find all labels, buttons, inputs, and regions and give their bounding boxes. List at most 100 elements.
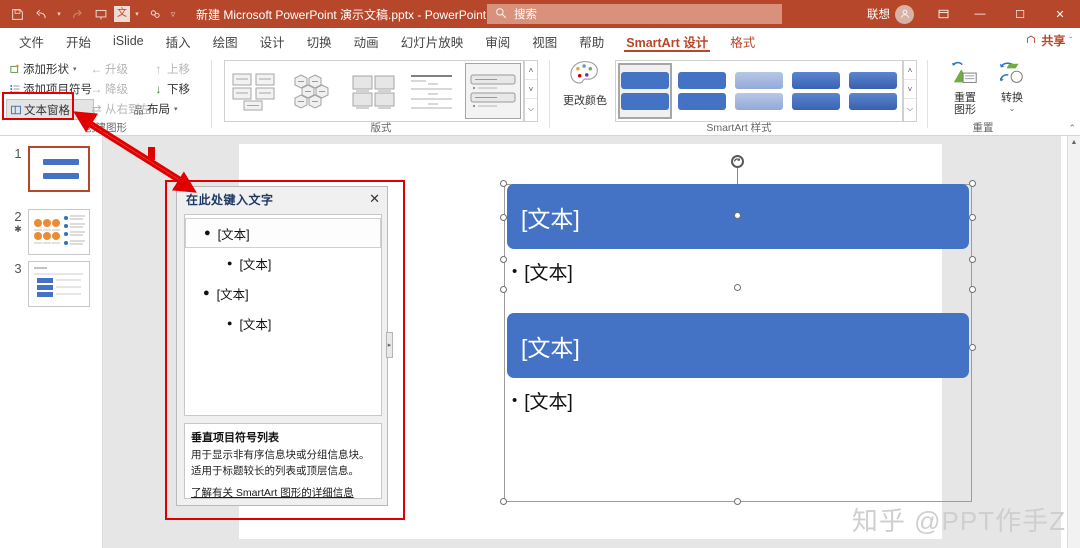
smartart-bullet-block-2[interactable]: • [文本] <box>512 387 964 414</box>
account-name[interactable]: 联想 <box>867 6 890 22</box>
smartart-style-moderate[interactable] <box>790 63 843 119</box>
tab-file[interactable]: 文件 <box>8 28 55 54</box>
layout-caret-icon[interactable]: ▾ <box>174 105 178 113</box>
translate-dropdown-icon[interactable]: ▾ <box>132 10 142 18</box>
redo-icon[interactable] <box>66 3 88 25</box>
styles-scroll-up-icon[interactable]: ˄ <box>904 61 916 80</box>
layout-item-grid-matrix[interactable] <box>346 63 402 119</box>
ribbon-display-options-icon[interactable] <box>926 0 960 28</box>
smartart-bullet-block-1[interactable]: • [文本] <box>512 258 964 285</box>
undo-icon[interactable] <box>30 3 52 25</box>
minimize-button[interactable]: — <box>960 0 1000 28</box>
start-slideshow-icon[interactable] <box>90 3 112 25</box>
smartart-styles-scroll[interactable]: ˄ ˅ ⌵ <box>903 60 917 122</box>
resize-handle-right-low2[interactable] <box>969 344 976 351</box>
thumbnail-slide-1[interactable] <box>28 146 90 192</box>
tab-islide[interactable]: iSlide <box>102 28 155 54</box>
add-bullet-button[interactable]: 添加项目符号 <box>6 79 94 99</box>
layout-gallery[interactable] <box>224 60 524 122</box>
text-pane-item-2[interactable]: ● [文本] <box>185 248 381 278</box>
smartart-text-pane[interactable]: 在此处键入文字 ✕ ● [文本] ● [文本] ● [文本] ● [文本] 垂直… <box>176 186 393 506</box>
layout-item-hierarchy[interactable] <box>227 63 283 119</box>
share-caret-icon[interactable]: ˇ <box>1069 36 1072 45</box>
layout-item-hexagon-cluster[interactable] <box>287 63 343 119</box>
text-pane-item-4[interactable]: ● [文本] <box>185 308 381 338</box>
text-pane-item-1[interactable]: ● [文本] <box>185 218 381 248</box>
resize-handle-top-right[interactable] <box>969 180 976 187</box>
promote-button[interactable]: ← 升级 <box>88 59 151 79</box>
collapse-ribbon-button[interactable]: ⌃ <box>1068 123 1076 134</box>
resize-handle-mid-center[interactable] <box>734 284 741 291</box>
resize-handle-left-upper[interactable] <box>500 214 507 221</box>
smartart-styles-gallery[interactable] <box>615 60 903 122</box>
tab-transitions[interactable]: 切换 <box>296 28 343 54</box>
layout-item-lined-list[interactable] <box>406 63 462 119</box>
resize-handle-bottom-center[interactable] <box>734 498 741 505</box>
translate-icon[interactable]: 文 <box>114 6 130 22</box>
smartart-style-subtle[interactable] <box>733 63 786 119</box>
tab-slideshow[interactable]: 幻灯片放映 <box>390 28 475 54</box>
resize-handle-bottom-left[interactable] <box>500 498 507 505</box>
scroll-up-icon[interactable]: ▲ <box>1068 136 1080 149</box>
close-button[interactable]: ✕ <box>1040 0 1080 28</box>
tab-insert[interactable]: 插入 <box>155 28 202 54</box>
smartart-style-intense[interactable] <box>847 63 900 119</box>
maximize-button[interactable]: ☐ <box>1000 0 1040 28</box>
layout-gallery-scroll[interactable]: ˄ ˅ ⌵ <box>524 60 538 122</box>
layout-scroll-down-icon[interactable]: ˅ <box>525 80 537 99</box>
text-pane-resize-grip[interactable]: ▸ <box>386 332 393 358</box>
change-colors-caret-icon[interactable]: ˇ <box>584 107 587 116</box>
tab-format[interactable]: 格式 <box>719 28 766 54</box>
customize-qat-icon[interactable]: ▿ <box>168 9 178 20</box>
change-colors-button[interactable]: 更改颜色 ˇ <box>556 59 614 116</box>
resize-handle-top-center[interactable] <box>734 212 741 219</box>
text-pane-button[interactable]: 文本窗格 <box>6 99 94 120</box>
thumbnail-slide-3[interactable] <box>28 261 90 307</box>
tab-smartart-design[interactable]: SmartArt 设计 <box>615 28 719 54</box>
text-pane-item-3[interactable]: ● [文本] <box>185 278 381 308</box>
undo-dropdown-icon[interactable]: ▾ <box>54 10 64 18</box>
tab-review[interactable]: 审阅 <box>474 28 521 54</box>
resize-handle-mid-left[interactable] <box>500 256 507 263</box>
layout-scroll-up-icon[interactable]: ˄ <box>525 61 537 80</box>
resize-handle-left-lower[interactable] <box>500 286 507 293</box>
smartart-object[interactable]: [文本] • [文本] [文本] • [文本] <box>500 155 976 505</box>
tab-draw[interactable]: 绘图 <box>202 28 249 54</box>
convert-button[interactable]: 转换 ⌄ <box>983 60 1041 113</box>
avatar[interactable] <box>895 4 914 24</box>
layout-item-vertical-bullet-list[interactable] <box>465 63 522 119</box>
rotate-handle[interactable] <box>731 155 744 168</box>
add-shape-button[interactable]: 添加形状 ▾ <box>6 59 94 79</box>
tab-design[interactable]: 设计 <box>249 28 296 54</box>
text-pane-list[interactable]: ● [文本] ● [文本] ● [文本] ● [文本] <box>184 214 382 416</box>
layout-more-icon[interactable]: ⌵ <box>525 99 537 118</box>
styles-more-icon[interactable]: ⌵ <box>904 99 916 118</box>
resize-handle-right-upper[interactable] <box>969 214 976 221</box>
tab-help[interactable]: 帮助 <box>568 28 615 54</box>
resize-handle-mid-right[interactable] <box>969 256 976 263</box>
thumbnail-row-2[interactable]: 2 ✱ <box>8 209 90 255</box>
resize-handle-right-lower[interactable] <box>969 286 976 293</box>
vertical-scrollbar[interactable]: ▲ <box>1067 136 1080 548</box>
save-icon[interactable] <box>6 3 28 25</box>
demote-button[interactable]: → 降级 <box>88 79 151 99</box>
thumbnail-slide-2[interactable] <box>28 209 90 255</box>
convert-caret-icon[interactable]: ⌄ <box>1009 104 1016 113</box>
smartart-style-simple-fill[interactable] <box>618 63 672 119</box>
text-pane-close-icon[interactable]: ✕ <box>369 191 380 207</box>
smartart-style-flat[interactable] <box>676 63 729 119</box>
layout-button[interactable]: 品 布局 ▾ <box>130 99 178 119</box>
move-down-button[interactable]: ↓ 下移 <box>150 79 198 99</box>
design-ideas-icon[interactable] <box>144 3 166 25</box>
thumbnail-row-1[interactable]: 1 <box>8 146 90 192</box>
share-button[interactable]: 共享 ˇ <box>1025 32 1072 49</box>
move-up-button[interactable]: ↑ 上移 <box>150 59 198 79</box>
thumbnail-row-3[interactable]: 3 <box>8 261 90 307</box>
styles-scroll-down-icon[interactable]: ˅ <box>904 80 916 99</box>
search-input[interactable]: 搜索 <box>487 4 782 24</box>
smartart-header-block-2[interactable]: [文本] <box>507 313 969 378</box>
tab-home[interactable]: 开始 <box>55 28 102 54</box>
smartart-learn-more-link[interactable]: 了解有关 SmartArt 图形的详细信息 <box>191 485 375 500</box>
add-shape-caret-icon[interactable]: ▾ <box>73 65 77 73</box>
resize-handle-top-left[interactable] <box>500 180 507 187</box>
